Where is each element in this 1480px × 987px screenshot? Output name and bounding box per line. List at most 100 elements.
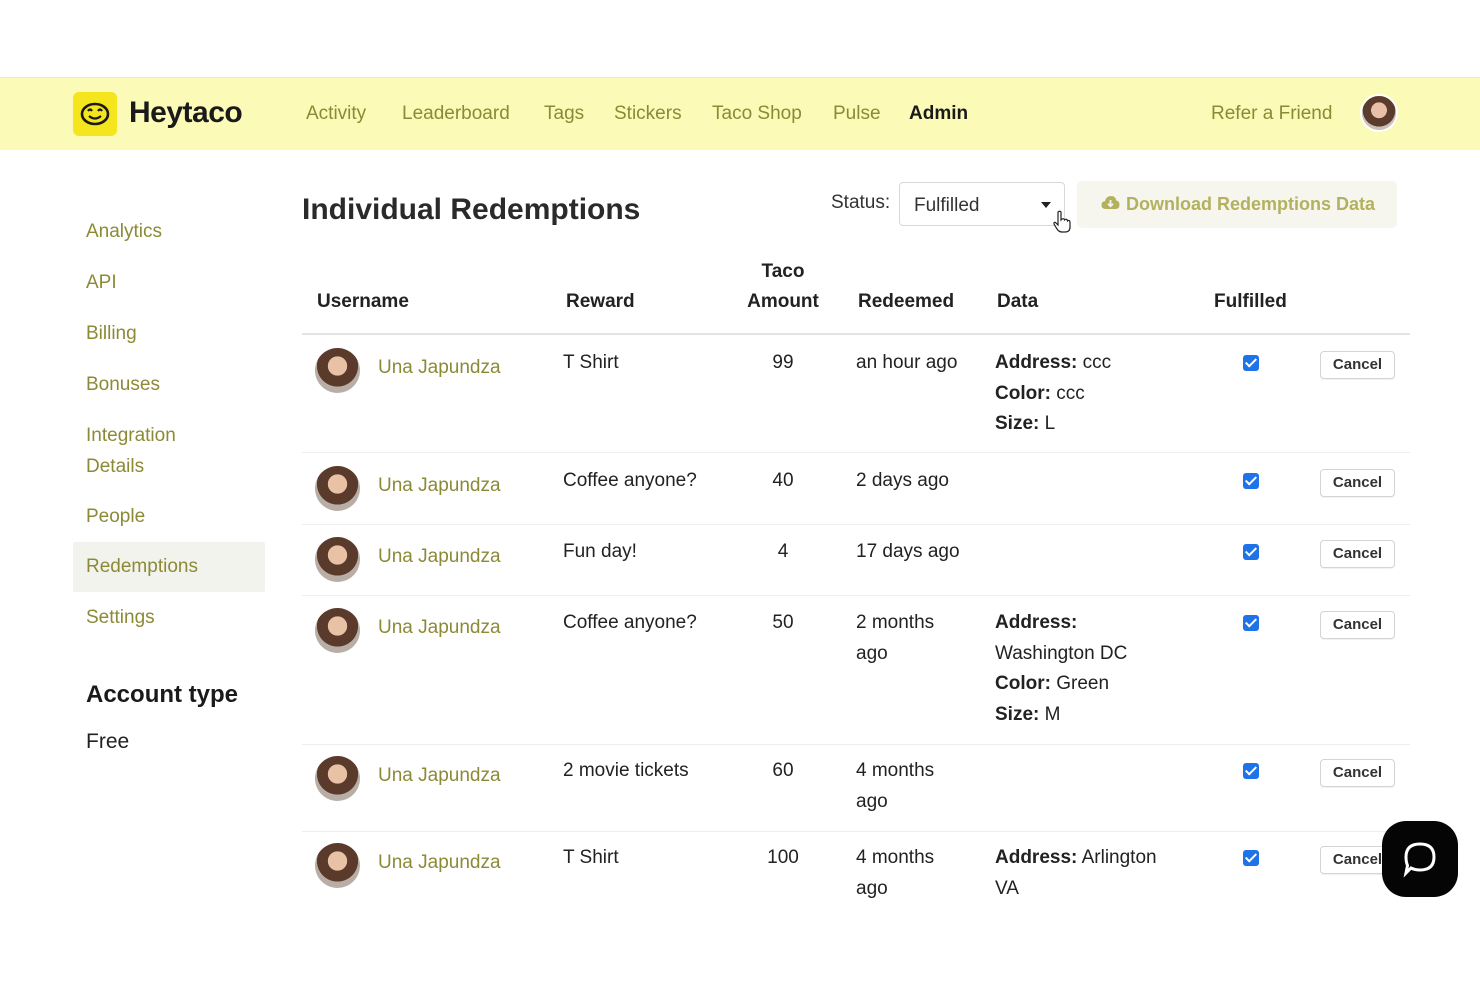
row-username-link[interactable]: Una Japundza (378, 546, 501, 568)
nav-pulse[interactable]: Pulse (833, 103, 881, 125)
row-data-key: Address: (995, 352, 1078, 373)
column-header-data[interactable]: Data (997, 287, 1038, 317)
column-header-taco-amount[interactable]: Taco Amount (743, 257, 823, 317)
account-type-value: Free (86, 730, 130, 753)
row-data: Address: Washington DC Color: Green Size: M (995, 608, 1195, 730)
row-taco-amount: 4 (777, 541, 789, 562)
row-data-value: L (1044, 413, 1056, 434)
column-header-reward[interactable]: Reward (566, 287, 635, 317)
sidebar-item-billing[interactable]: Billing (86, 318, 137, 349)
sidebar-item-analytics[interactable]: Analytics (86, 216, 162, 247)
chat-launcher-button[interactable] (1382, 821, 1458, 897)
row-redeemed: 17 days ago (856, 537, 960, 568)
sidebar-item-bonuses[interactable]: Bonuses (86, 369, 160, 400)
column-header-username[interactable]: Username (317, 287, 409, 317)
row-data-value: Green (1056, 673, 1110, 694)
table-row-divider (302, 744, 1410, 745)
taco-logo-icon[interactable] (73, 92, 117, 136)
row-cancel-button[interactable]: Cancel (1320, 759, 1395, 787)
row-redeemed-line: ago (856, 790, 888, 812)
sidebar-item-settings[interactable]: Settings (86, 602, 155, 633)
sidebar-item-integration-details[interactable]: Integration Details (86, 420, 226, 482)
row-fulfilled-checkbox[interactable] (1243, 355, 1259, 371)
cloud-download-icon (1101, 196, 1120, 209)
row-redeemed-line: 17 days ago (856, 541, 960, 562)
row-data-line: Size: L (995, 409, 1195, 440)
row-taco-amount: 100 (767, 847, 799, 868)
row-redeemed-line: 4 months (856, 760, 935, 781)
row-data-value: M (1044, 703, 1061, 725)
row-username-link[interactable]: Una Japundza (378, 765, 501, 787)
row-reward: T Shirt (563, 352, 619, 373)
chevron-down-icon (1041, 202, 1051, 208)
row-data-line: Address: ccc (995, 348, 1195, 379)
row-data-key: Size: (995, 703, 1040, 725)
nav-leaderboard[interactable]: Leaderboard (402, 103, 510, 125)
sidebar-item-people[interactable]: People (86, 501, 145, 532)
row-redeemed: 2 months ago (856, 608, 934, 669)
row-redeemed: 2 days ago (856, 466, 949, 497)
table-row-divider (302, 524, 1410, 525)
row-fulfilled-checkbox[interactable] (1243, 763, 1259, 779)
row-fulfilled-checkbox[interactable] (1243, 615, 1259, 631)
row-user-avatar[interactable] (315, 537, 360, 582)
row-fulfilled-checkbox[interactable] (1243, 850, 1259, 866)
page-title: Individual Redemptions (302, 193, 641, 226)
row-username-link[interactable]: Una Japundza (378, 475, 501, 497)
nav-stickers[interactable]: Stickers (614, 103, 682, 125)
row-data-key: Address: (995, 612, 1078, 633)
row-redeemed-line: 2 months (856, 612, 935, 633)
row-user-avatar[interactable] (315, 348, 360, 393)
download-redemptions-button[interactable]: Download Redemptions Data (1077, 181, 1397, 228)
row-redeemed: 4 months ago (856, 756, 934, 817)
nav-activity[interactable]: Activity (306, 103, 366, 125)
row-data-value: Arlington (1081, 847, 1157, 868)
row-redeemed-line: ago (856, 877, 888, 899)
pointer-cursor-icon (1052, 210, 1072, 239)
nav-admin[interactable]: Admin (909, 103, 968, 125)
brand-name[interactable]: Heytaco (129, 96, 243, 130)
row-data-line: VA (995, 874, 1195, 905)
row-username-link[interactable]: Una Japundza (378, 852, 501, 874)
row-data-line: Color: Green (995, 669, 1195, 700)
row-reward: Coffee anyone? (563, 470, 697, 491)
row-user-avatar[interactable] (315, 756, 360, 801)
refer-a-friend-link[interactable]: Refer a Friend (1211, 103, 1332, 125)
sidebar-item-redemptions[interactable]: Redemptions (86, 551, 198, 582)
row-reward: Fun day! (563, 541, 637, 562)
row-redeemed-line: 2 days ago (856, 470, 949, 491)
table-header-divider (302, 333, 1410, 335)
row-cancel-button[interactable]: Cancel (1320, 351, 1395, 379)
column-header-redeemed[interactable]: Redeemed (858, 287, 954, 317)
download-redemptions-label: Download Redemptions Data (1126, 194, 1376, 214)
row-data-value: VA (995, 877, 1019, 899)
row-data: Address: Arlington VA (995, 843, 1195, 904)
row-data-line: Address: (995, 608, 1195, 639)
row-data-line: Color: ccc (995, 379, 1195, 410)
row-cancel-button[interactable]: Cancel (1320, 469, 1395, 497)
row-fulfilled-checkbox[interactable] (1243, 544, 1259, 560)
user-avatar[interactable] (1360, 94, 1398, 132)
row-user-avatar[interactable] (315, 608, 360, 653)
column-header-fulfilled[interactable]: Fulfilled (1214, 287, 1287, 317)
row-fulfilled-checkbox[interactable] (1243, 473, 1259, 489)
row-reward: 2 movie tickets (563, 760, 689, 781)
row-cancel-button[interactable]: Cancel (1320, 540, 1395, 568)
status-select[interactable]: Fulfilled (899, 182, 1065, 226)
sidebar-item-api[interactable]: API (86, 267, 117, 298)
row-username-link[interactable]: Una Japundza (378, 357, 501, 379)
row-reward: Coffee anyone? (563, 612, 697, 633)
table-row-divider (302, 595, 1410, 596)
row-cancel-button[interactable]: Cancel (1320, 611, 1395, 639)
row-user-avatar[interactable] (315, 843, 360, 888)
row-user-avatar[interactable] (315, 466, 360, 511)
row-username-link[interactable]: Una Japundza (378, 617, 501, 639)
row-taco-amount: 40 (772, 470, 794, 491)
row-data-key: Color: (995, 673, 1051, 694)
row-redeemed-line: an hour ago (856, 352, 958, 373)
nav-tags[interactable]: Tags (544, 103, 584, 125)
nav-taco-shop[interactable]: Taco Shop (712, 103, 802, 125)
row-redeemed: an hour ago (856, 348, 957, 379)
row-taco-amount: 60 (772, 760, 794, 781)
table-row-divider (302, 831, 1410, 832)
